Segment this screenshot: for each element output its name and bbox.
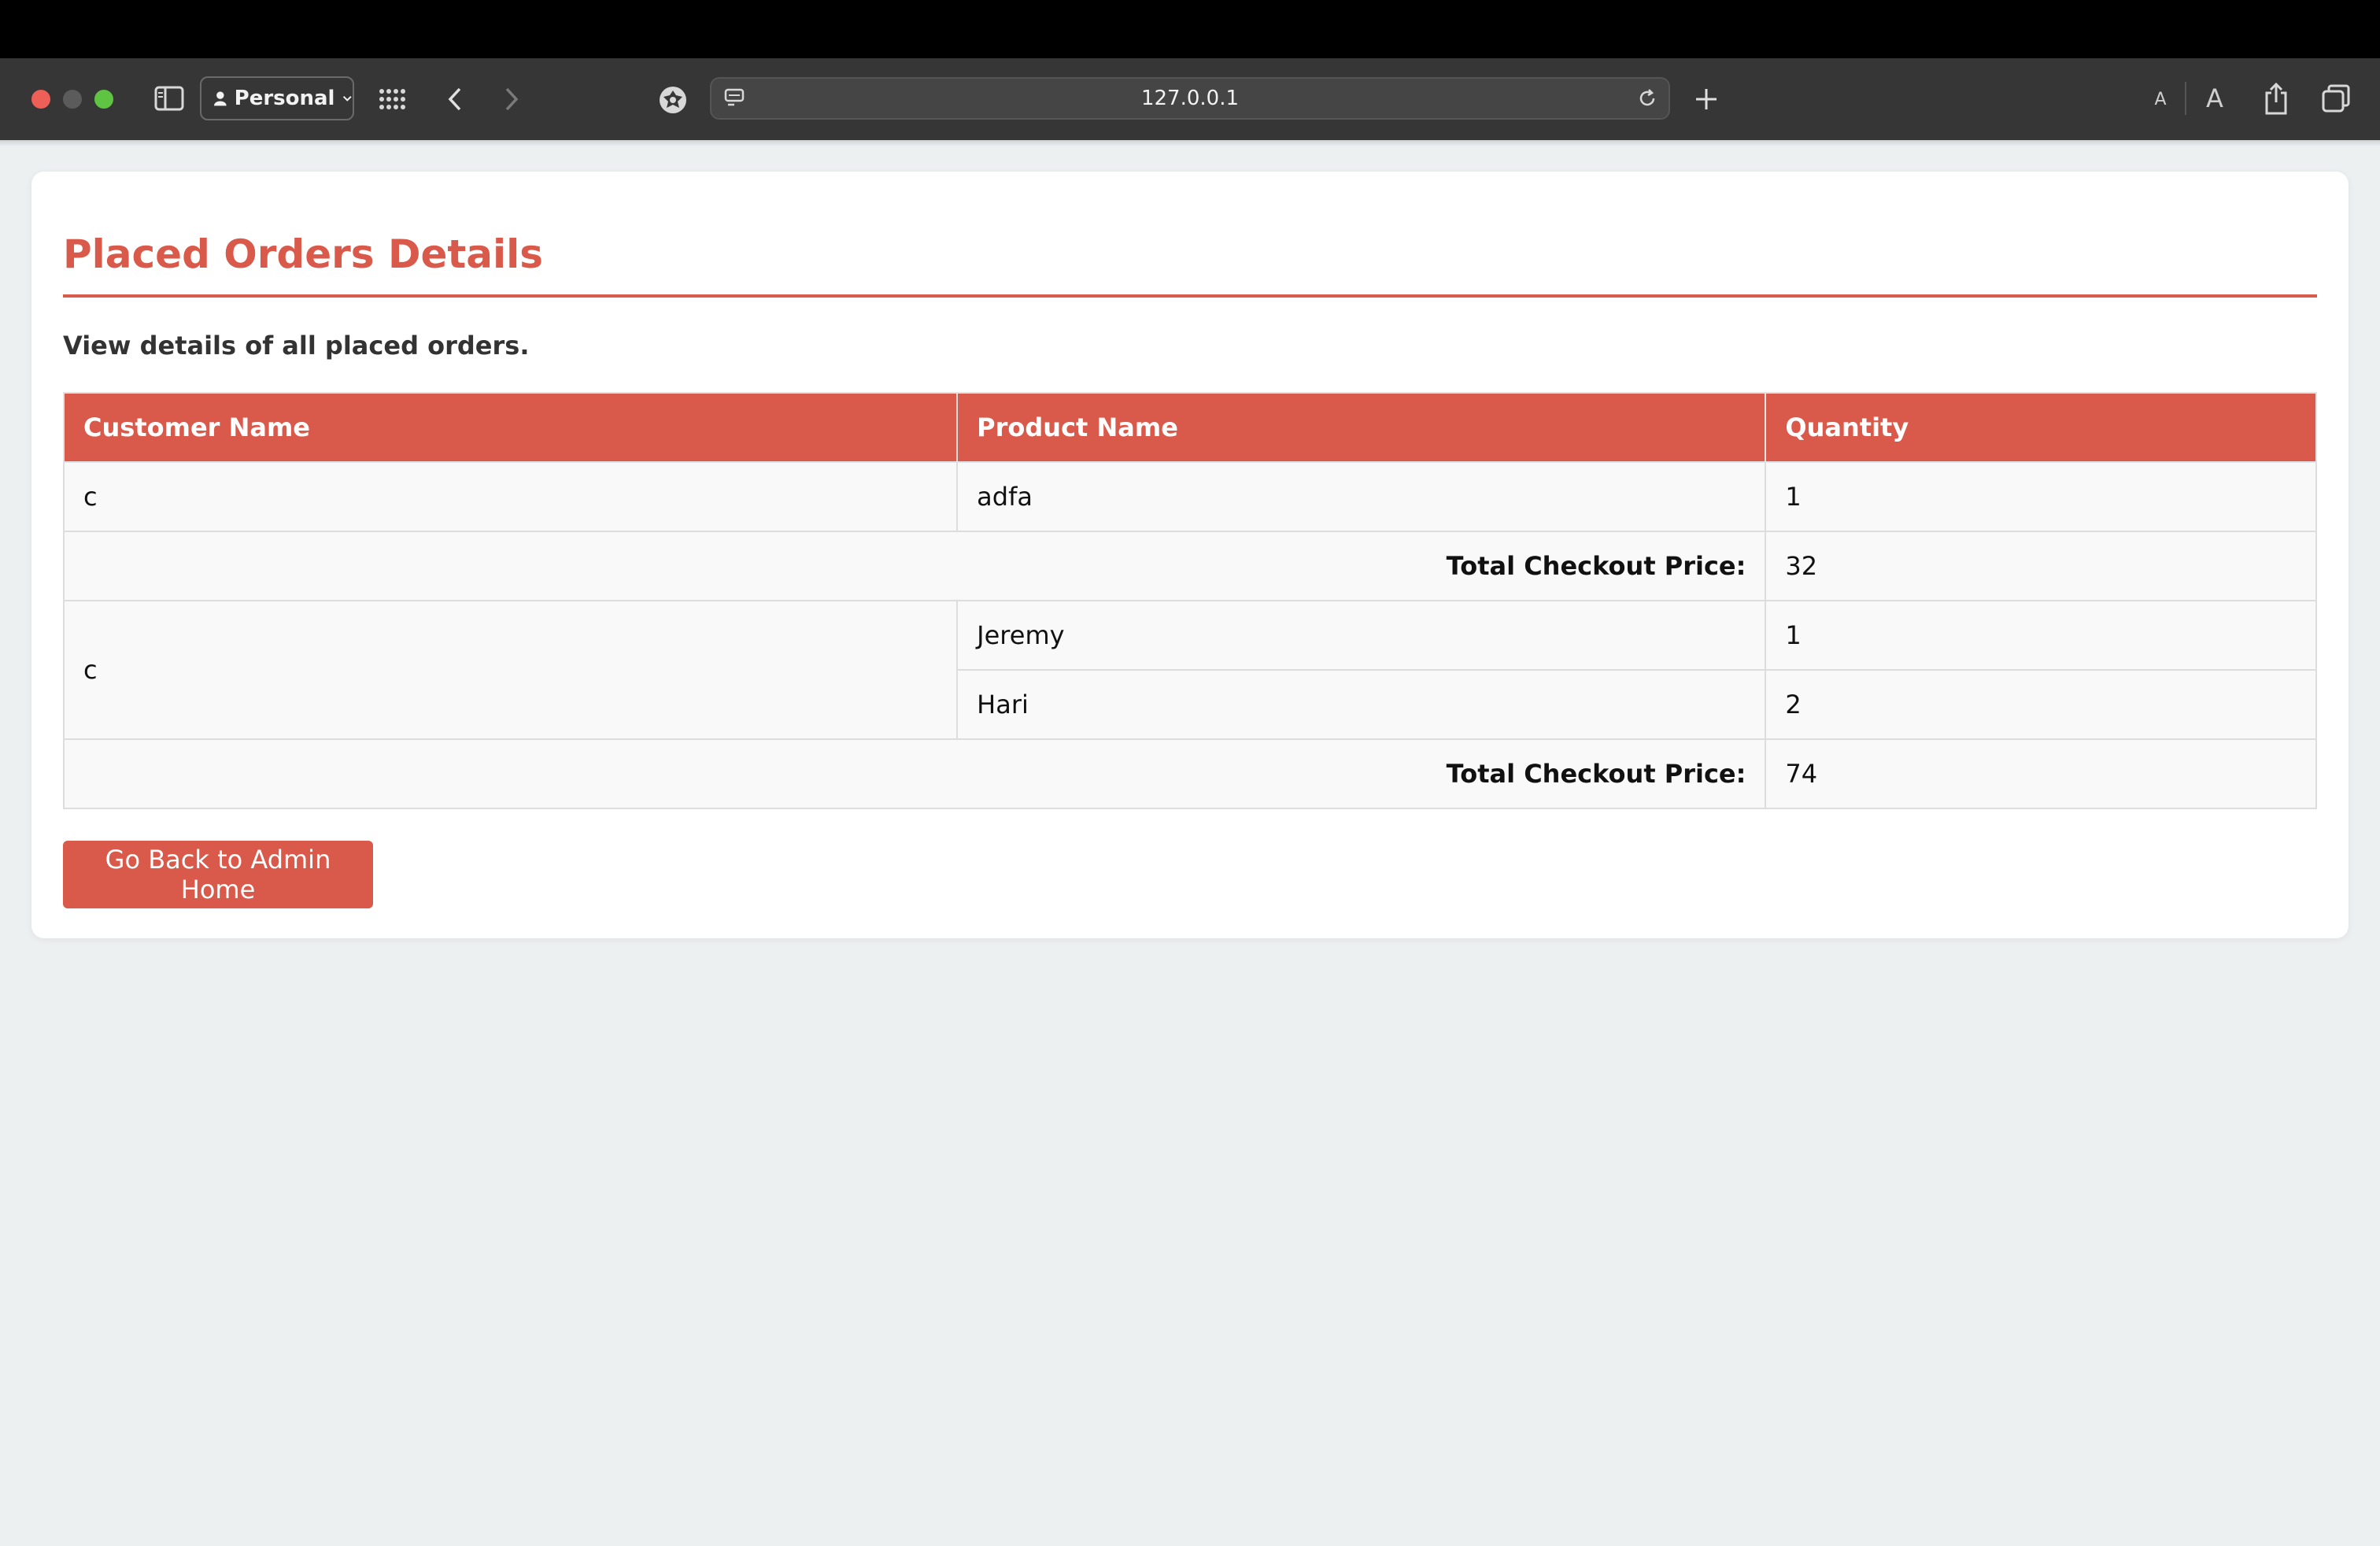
product-name-cell: Hari	[956, 669, 1767, 740]
page-subtitle: View details of all placed orders.	[63, 331, 530, 361]
profile-label: Personal	[234, 87, 335, 110]
text-larger-button[interactable]: A	[2201, 82, 2229, 115]
product-name-cell: Jeremy	[956, 600, 1767, 671]
back-to-admin-home-button[interactable]: Go Back to Admin Home	[63, 841, 373, 908]
total-checkout-value: 74	[1765, 738, 2317, 809]
customer-name-cell: c	[62, 461, 959, 532]
total-checkout-label: Total Checkout Price:	[62, 738, 1767, 809]
person-icon	[214, 91, 227, 106]
column-header-quantity: Quantity	[1765, 392, 2317, 463]
chevron-down-icon	[343, 95, 353, 102]
product-name-cell: adfa	[956, 461, 1767, 532]
total-checkout-value: 32	[1765, 531, 2317, 601]
column-header-customer: Customer Name	[62, 392, 959, 463]
orders-card: Placed Orders Details View details of al…	[31, 172, 2349, 938]
title-divider	[63, 294, 2317, 298]
back-arrow-icon[interactable]	[441, 83, 469, 115]
zoom-window-button[interactable]	[94, 90, 113, 109]
extension-icon[interactable]	[658, 85, 688, 115]
table-row: c Jeremy 1	[62, 600, 2317, 740]
quantity-cell: 1	[1765, 461, 2317, 532]
total-row: Total Checkout Price: 74	[62, 738, 2317, 809]
reload-icon[interactable]	[1634, 85, 1661, 112]
column-header-product: Product Name	[956, 392, 1767, 463]
table-header-row: Customer Name Product Name Quantity	[62, 392, 2317, 463]
minimize-window-button[interactable]	[63, 90, 82, 109]
total-row: Total Checkout Price: 32	[62, 531, 2317, 601]
toolbar-shadow	[0, 140, 2380, 146]
url-text: 127.0.0.1	[1140, 87, 1240, 110]
customer-name-cell: c	[62, 600, 959, 740]
sidebar-toggle-icon[interactable]	[153, 83, 186, 113]
address-bar[interactable]: 127.0.0.1	[710, 77, 1670, 120]
tabs-overview-icon[interactable]	[2320, 82, 2352, 115]
text-smaller-button[interactable]: A	[2149, 85, 2172, 113]
close-window-button[interactable]	[31, 90, 50, 109]
orders-table: Customer Name Product Name Quantity c ad…	[62, 392, 2317, 809]
table-row: c adfa 1	[62, 461, 2317, 532]
total-checkout-label: Total Checkout Price:	[62, 531, 1767, 601]
profile-switcher[interactable]: Personal	[200, 76, 354, 120]
toolbar-divider	[2185, 82, 2186, 115]
screen-top-bar	[0, 0, 2380, 58]
page-title: Placed Orders Details	[63, 231, 544, 277]
share-icon[interactable]	[2260, 80, 2292, 117]
forward-arrow-icon[interactable]	[497, 83, 526, 115]
quantity-cell: 2	[1765, 669, 2317, 740]
new-tab-plus-icon[interactable]	[1691, 83, 1722, 115]
quantity-cell: 1	[1765, 600, 2317, 671]
tab-overview-grid-icon[interactable]	[376, 83, 408, 115]
